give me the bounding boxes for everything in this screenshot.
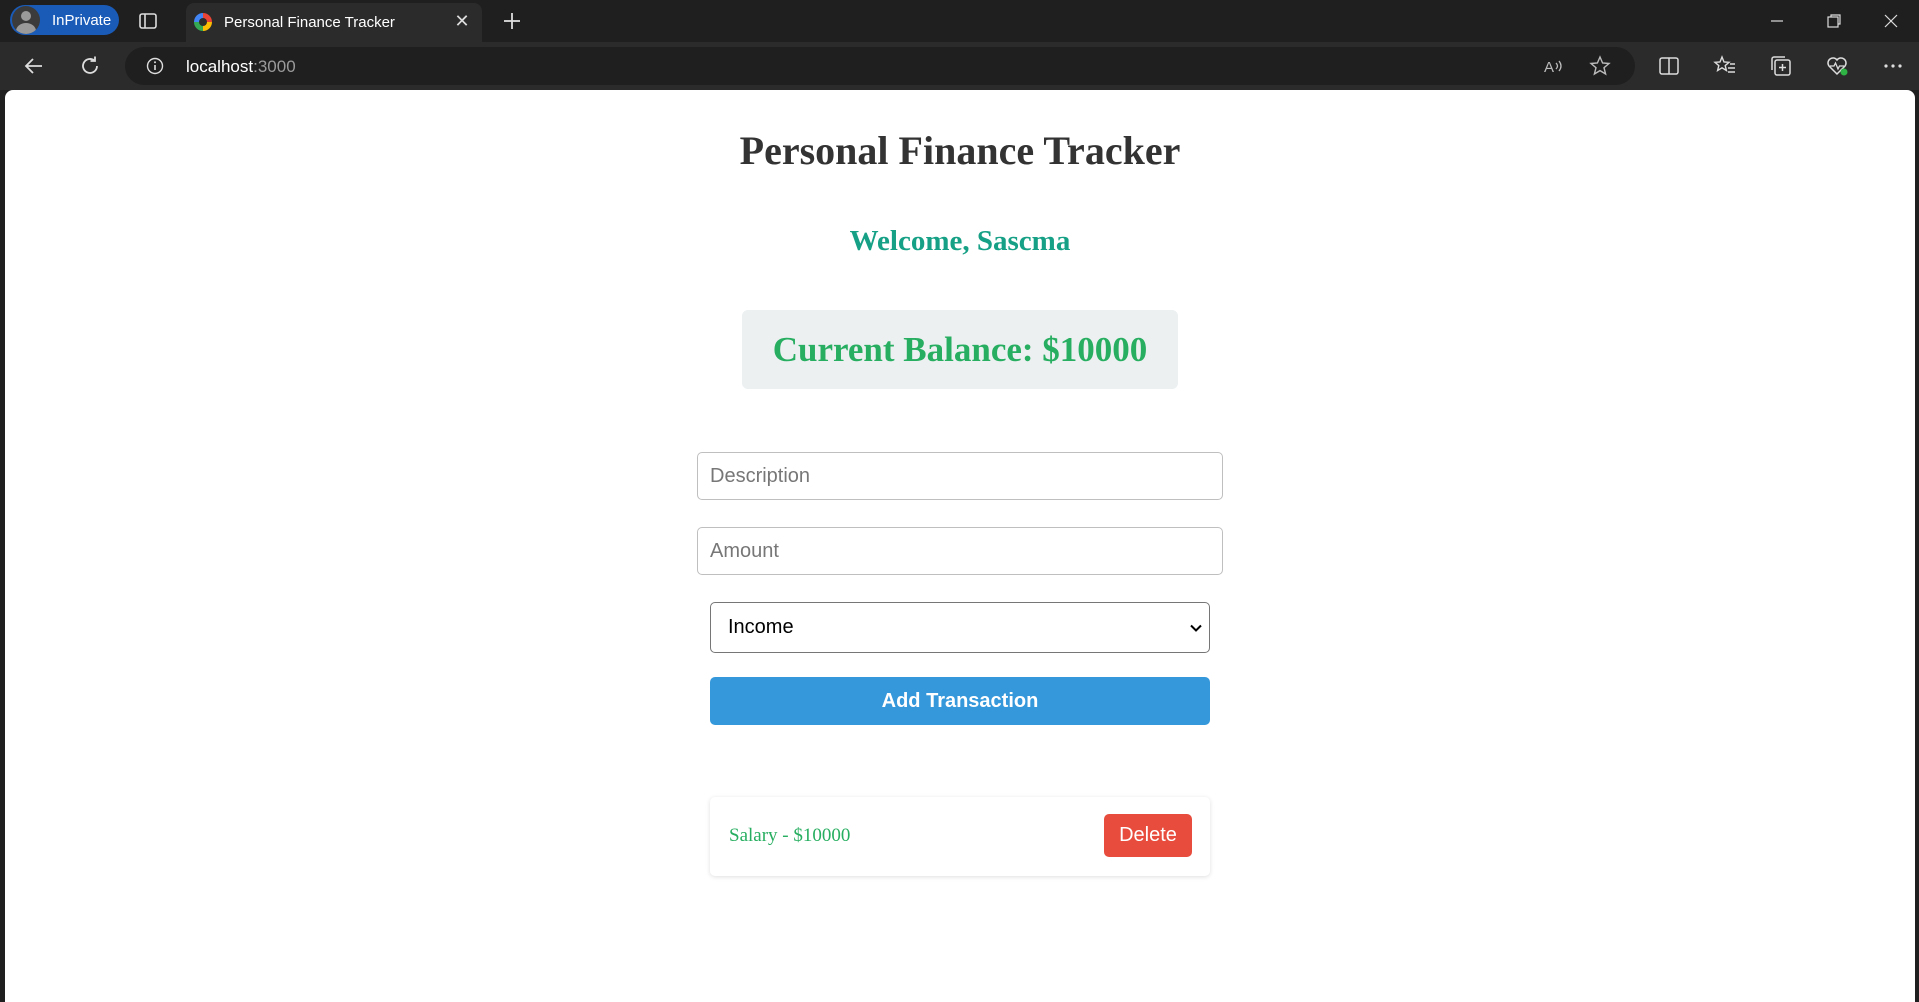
close-tab-icon[interactable]: ✕ bbox=[452, 11, 472, 31]
browser-titlebar: InPrivate Personal Finance Tracker ✕ bbox=[0, 0, 1919, 42]
collections-icon[interactable] bbox=[1769, 54, 1793, 78]
favorites-icon[interactable] bbox=[1713, 54, 1737, 78]
inprivate-profile-button[interactable]: InPrivate bbox=[10, 5, 119, 35]
inprivate-label: InPrivate bbox=[52, 11, 112, 29]
balance-card: Current Balance: $10000 bbox=[742, 310, 1178, 389]
site-info-icon[interactable] bbox=[146, 57, 164, 75]
address-bar[interactable]: localhost:3000 A bbox=[125, 47, 1635, 85]
favorite-star-icon[interactable] bbox=[1588, 54, 1612, 78]
amount-input[interactable] bbox=[697, 527, 1223, 575]
split-screen-icon[interactable] bbox=[1657, 54, 1681, 78]
transaction-type-value: Income bbox=[728, 616, 794, 638]
page-title: Personal Finance Tracker bbox=[739, 128, 1181, 173]
svg-text:A: A bbox=[1544, 59, 1554, 76]
browser-toolbar: localhost:3000 A bbox=[0, 42, 1919, 90]
page-viewport: Personal Finance Tracker Welcome, Sascma… bbox=[5, 90, 1915, 1002]
minimize-icon[interactable] bbox=[1766, 10, 1788, 32]
welcome-message: Welcome, Sascma bbox=[849, 225, 1071, 257]
close-window-icon[interactable] bbox=[1880, 10, 1902, 32]
site-favicon-icon bbox=[194, 13, 212, 31]
url-text[interactable]: localhost:3000 bbox=[186, 57, 296, 77]
transaction-type-select[interactable]: Income bbox=[710, 602, 1210, 653]
refresh-icon[interactable] bbox=[78, 54, 102, 78]
back-arrow-icon[interactable] bbox=[22, 54, 46, 78]
read-aloud-icon[interactable]: A bbox=[1541, 54, 1565, 78]
browser-essentials-icon[interactable] bbox=[1825, 54, 1849, 78]
list-item: Salary - $10000 Delete bbox=[710, 797, 1210, 876]
delete-button[interactable]: Delete bbox=[1104, 814, 1192, 857]
new-tab-icon[interactable] bbox=[500, 9, 524, 33]
transaction-text: Salary - $10000 bbox=[729, 825, 851, 846]
chevron-down-icon bbox=[1190, 624, 1202, 632]
url-host: localhost bbox=[186, 57, 254, 76]
tab-actions-icon[interactable] bbox=[138, 11, 158, 31]
tab-active[interactable]: Personal Finance Tracker ✕ bbox=[186, 3, 482, 42]
url-port: :3000 bbox=[253, 57, 296, 76]
current-balance: Current Balance: $10000 bbox=[772, 329, 1148, 369]
add-transaction-button[interactable]: Add Transaction bbox=[710, 677, 1210, 725]
more-options-icon[interactable] bbox=[1881, 54, 1905, 78]
avatar bbox=[12, 6, 40, 34]
restore-icon[interactable] bbox=[1823, 10, 1845, 32]
tab-title: Personal Finance Tracker bbox=[224, 14, 395, 31]
description-input[interactable] bbox=[697, 452, 1223, 500]
